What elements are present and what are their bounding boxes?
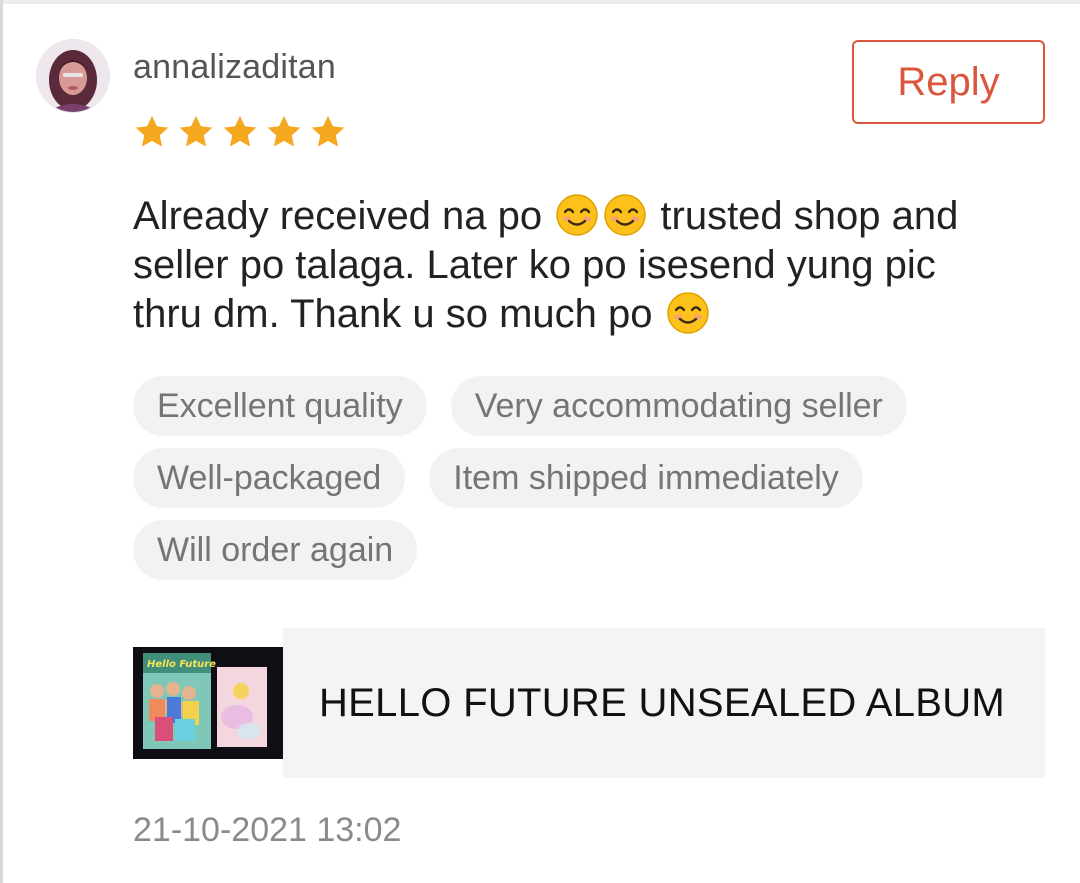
- review-text-segment: trusted shop and: [660, 194, 959, 238]
- left-divider: [0, 0, 3, 883]
- star-icon: [311, 115, 345, 147]
- product-card[interactable]: Hello Future HELLO FUTURE UNSEALED ALBUM: [133, 628, 1045, 778]
- tag-chip: Item shipped immediately: [429, 448, 863, 508]
- review-text-segment: thru dm. Thank u so much po: [133, 292, 653, 336]
- star-icon: [267, 115, 301, 147]
- tag-chip: Very accommodating seller: [450, 376, 907, 436]
- review-text-segment: Already received na po: [133, 194, 543, 238]
- product-name: HELLO FUTURE UNSEALED ALBUM: [319, 680, 1006, 725]
- product-thumbnail: Hello Future: [133, 647, 283, 759]
- avatar-image: [37, 40, 109, 112]
- star-icon: [179, 115, 213, 147]
- username[interactable]: annalizaditan: [133, 44, 336, 90]
- tag-row: Well-packaged Item shipped immediately: [133, 448, 1013, 508]
- smiling-face-icon: [556, 194, 599, 236]
- smiling-face-icon: [666, 292, 709, 334]
- review-tags: Excellent quality Very accommodating sel…: [133, 376, 1013, 592]
- tag-chip: Excellent quality: [133, 376, 427, 436]
- review-line-1: Already received na po trusted shop and: [133, 192, 1033, 241]
- top-divider: [0, 0, 1080, 4]
- review-line-2: seller po talaga. Later ko po isesend yu…: [133, 243, 936, 287]
- tag-chip: Will order again: [133, 520, 418, 580]
- reply-button[interactable]: Reply: [852, 40, 1045, 124]
- smiling-face-icon: [604, 194, 647, 236]
- tag-chip: Well-packaged: [133, 448, 406, 508]
- album-image: Hello Future: [133, 647, 283, 759]
- avatar[interactable]: [37, 40, 109, 112]
- product-info: HELLO FUTURE UNSEALED ALBUM: [283, 628, 1045, 778]
- review-line-3: thru dm. Thank u so much po: [133, 290, 1033, 339]
- tag-row: Will order again: [133, 520, 1013, 580]
- album-cover-text: Hello Future: [147, 659, 216, 670]
- star-rating: [133, 110, 353, 154]
- review-screen: annalizaditan Reply Already received na …: [0, 0, 1080, 883]
- review-timestamp: 21-10-2021 13:02: [133, 811, 402, 849]
- review-text: Already received na po trusted shop and …: [133, 192, 1033, 339]
- star-icon: [223, 115, 257, 147]
- star-icon: [135, 115, 169, 147]
- tag-row: Excellent quality Very accommodating sel…: [133, 376, 1013, 436]
